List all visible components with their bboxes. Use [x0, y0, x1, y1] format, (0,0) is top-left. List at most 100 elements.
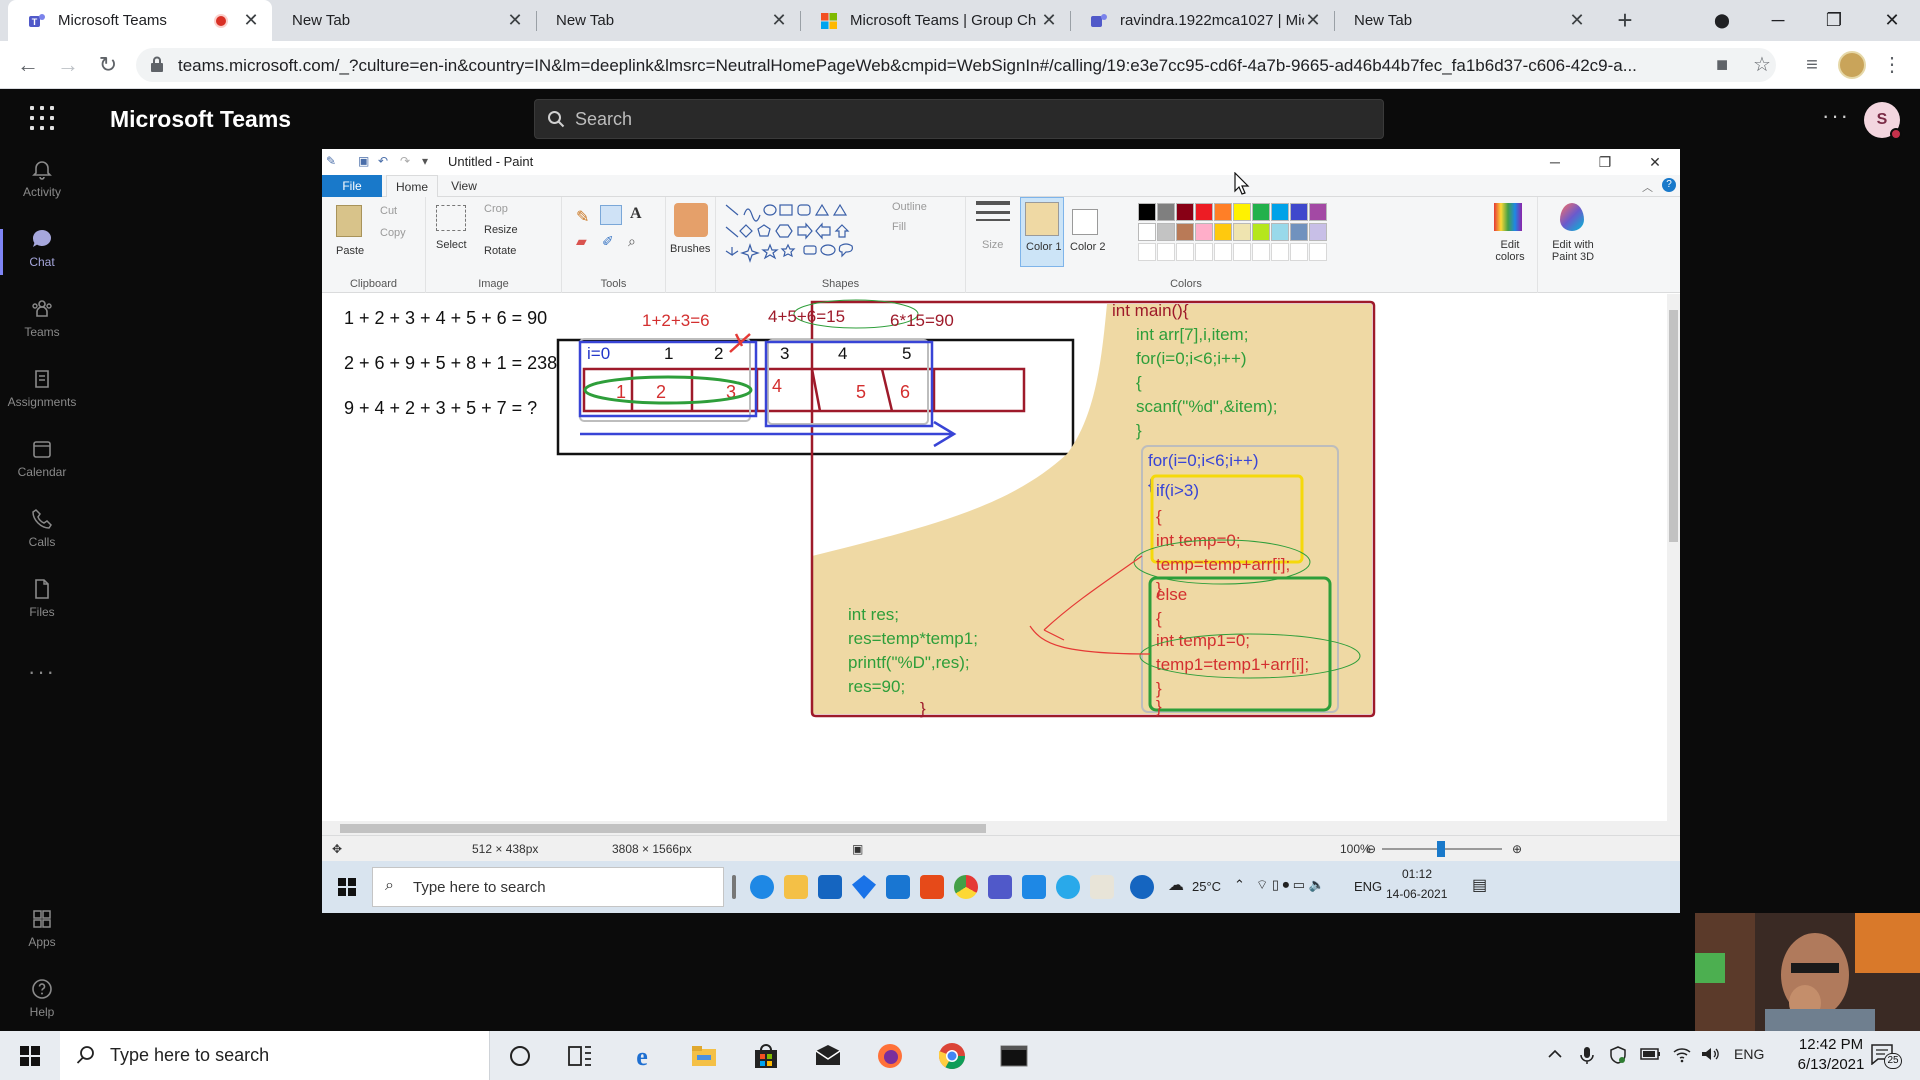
- paint-horizontal-scrollbar[interactable]: [322, 821, 1680, 835]
- undo-icon[interactable]: ↶: [378, 154, 392, 168]
- resize-button[interactable]: Resize: [484, 224, 518, 236]
- close-tab-icon[interactable]: ✕: [1040, 10, 1058, 31]
- rail-item-calls[interactable]: Calls: [0, 499, 84, 567]
- palette-swatch[interactable]: [1252, 203, 1270, 221]
- brush-icon[interactable]: [674, 203, 708, 237]
- close-tab-icon[interactable]: ✕: [1304, 10, 1322, 31]
- camera-in-use-icon[interactable]: ■: [1710, 53, 1734, 77]
- participant-video-tile[interactable]: [1695, 913, 1920, 1031]
- crop-button[interactable]: Crop: [484, 203, 508, 215]
- paint-taskbar-icon[interactable]: [1090, 875, 1114, 899]
- shapes-gallery-icon[interactable]: [724, 203, 884, 263]
- file-explorer-icon[interactable]: [784, 875, 808, 899]
- scroll-thumb[interactable]: [340, 824, 986, 833]
- magnifier-icon[interactable]: ⌕: [628, 233, 636, 250]
- close-tab-icon[interactable]: ✕: [770, 10, 788, 31]
- palette-swatch[interactable]: [1271, 223, 1289, 241]
- rail-item-chat[interactable]: Chat: [0, 219, 84, 287]
- paint-vertical-scrollbar[interactable]: [1667, 294, 1680, 821]
- language-indicator[interactable]: ENG: [1734, 1046, 1764, 1062]
- more-apps-icon[interactable]: ···: [0, 659, 84, 685]
- palette-swatch[interactable]: [1214, 223, 1232, 241]
- teams-search-input[interactable]: Search: [534, 99, 1384, 139]
- palette-swatch[interactable]: [1157, 203, 1175, 221]
- palette-swatch[interactable]: [1176, 223, 1194, 241]
- zoom-slider-knob[interactable]: [1437, 841, 1445, 857]
- save-icon[interactable]: ▣: [358, 154, 372, 168]
- tab-microsoft-teams[interactable]: T Microsoft Teams ✕: [8, 0, 272, 41]
- text-tool-icon[interactable]: A: [630, 205, 642, 223]
- palette-empty-swatch[interactable]: [1290, 243, 1308, 261]
- color1-swatch[interactable]: [1025, 202, 1059, 236]
- palette-swatch[interactable]: [1290, 223, 1308, 241]
- palette-swatch[interactable]: [1252, 223, 1270, 241]
- close-tab-icon[interactable]: ✕: [242, 10, 260, 31]
- cut-button[interactable]: Cut: [380, 205, 397, 217]
- rail-item-apps[interactable]: Apps: [0, 899, 84, 967]
- palette-swatch[interactable]: [1290, 203, 1308, 221]
- new-tab-button[interactable]: +: [1610, 0, 1640, 41]
- tray-chevron-icon[interactable]: [1546, 1045, 1564, 1063]
- back-button[interactable]: ←: [14, 51, 42, 79]
- app-launcher-icon[interactable]: [30, 106, 56, 132]
- windows-start-icon[interactable]: [338, 878, 356, 896]
- close-tab-icon[interactable]: ✕: [506, 10, 524, 31]
- start-button[interactable]: [0, 1031, 60, 1080]
- edit-colors-icon[interactable]: [1494, 203, 1522, 231]
- defender-shield-icon[interactable]: [1608, 1045, 1628, 1065]
- edit-with-paint3d-button[interactable]: Edit with Paint 3D: [1542, 239, 1604, 263]
- cortana-icon[interactable]: [505, 1041, 535, 1071]
- palette-swatch[interactable]: [1138, 223, 1156, 241]
- palette-swatch[interactable]: [1233, 223, 1251, 241]
- palette-empty-swatch[interactable]: [1138, 243, 1156, 261]
- wifi-icon[interactable]: [1672, 1045, 1692, 1063]
- fill-dropdown[interactable]: Fill: [892, 221, 906, 233]
- palette-empty-swatch[interactable]: [1195, 243, 1213, 261]
- address-bar[interactable]: teams.microsoft.com/_?culture=en-in&coun…: [136, 48, 1776, 82]
- paint-close-button[interactable]: ✕: [1632, 151, 1678, 173]
- action-center-button[interactable]: 25: [1870, 1043, 1904, 1069]
- brushes-button[interactable]: Brushes: [670, 243, 710, 255]
- outline-dropdown[interactable]: Outline: [892, 201, 927, 213]
- bookmark-star-icon[interactable]: ☆: [1750, 53, 1774, 77]
- copy-button[interactable]: Copy: [380, 227, 406, 239]
- powershell-icon[interactable]: [818, 875, 842, 899]
- collapse-ribbon-icon[interactable]: ︿: [1642, 179, 1653, 195]
- pencil-icon[interactable]: ✎: [576, 207, 589, 227]
- palette-swatch[interactable]: [1157, 223, 1175, 241]
- palette-empty-swatch[interactable]: [1176, 243, 1194, 261]
- reload-button[interactable]: ↻: [94, 51, 122, 79]
- edge-icon[interactable]: [750, 875, 774, 899]
- close-window-button[interactable]: ✕: [1864, 0, 1920, 41]
- palette-swatch[interactable]: [1233, 203, 1251, 221]
- size-button[interactable]: Size: [982, 239, 1003, 251]
- paint3d-icon[interactable]: [1560, 203, 1584, 231]
- store-icon[interactable]: [751, 1041, 781, 1071]
- tab-new-tab-1[interactable]: New Tab ✕: [272, 0, 536, 41]
- battery-icon[interactable]: [1640, 1045, 1662, 1063]
- palette-empty-swatch[interactable]: [1252, 243, 1270, 261]
- palette-swatch[interactable]: [1214, 203, 1232, 221]
- palette-swatch[interactable]: [1271, 203, 1289, 221]
- palette-swatch[interactable]: [1195, 223, 1213, 241]
- help-tray-icon[interactable]: [1130, 875, 1154, 899]
- maximize-button[interactable]: ❐: [1806, 0, 1862, 41]
- file-explorer-icon[interactable]: [689, 1041, 719, 1071]
- dropbox-icon[interactable]: [852, 875, 876, 899]
- terminal-icon[interactable]: [999, 1041, 1029, 1071]
- rail-item-teams[interactable]: Teams: [0, 289, 84, 357]
- palette-empty-swatch[interactable]: [1233, 243, 1251, 261]
- paste-icon[interactable]: [336, 205, 362, 237]
- palette-empty-swatch[interactable]: [1157, 243, 1175, 261]
- microphone-icon[interactable]: [1578, 1045, 1596, 1065]
- rotate-button[interactable]: Rotate: [484, 245, 516, 257]
- paint-minimize-button[interactable]: ─: [1532, 151, 1578, 173]
- scroll-thumb[interactable]: [1669, 310, 1678, 542]
- color2-swatch[interactable]: [1072, 209, 1098, 235]
- shared-search-box[interactable]: ⌕ Type here to search: [372, 867, 724, 907]
- color-picker-icon[interactable]: ✐: [602, 233, 614, 250]
- eraser-icon[interactable]: ▰: [576, 233, 587, 250]
- more-options-icon[interactable]: ···: [1822, 103, 1850, 129]
- notification-center-icon[interactable]: ▤: [1472, 875, 1487, 895]
- firefox-icon[interactable]: [875, 1041, 905, 1071]
